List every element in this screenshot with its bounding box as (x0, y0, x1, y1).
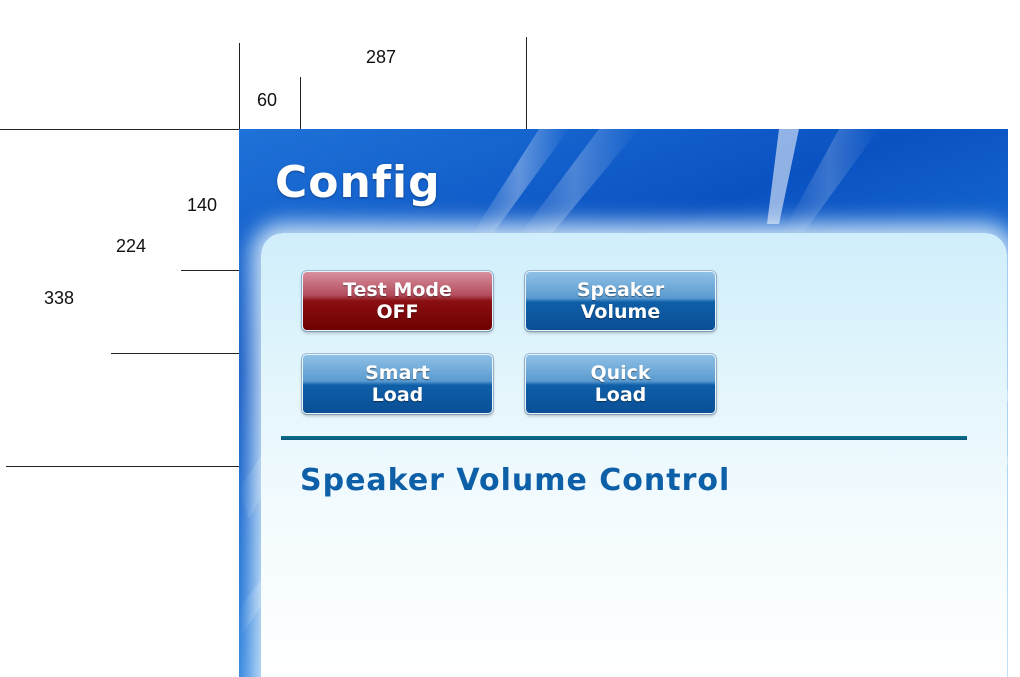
smart-load-button[interactable]: Smart Load (301, 353, 494, 415)
config-screen: Config Test Mode OFF Speaker Volume Smar… (239, 129, 1008, 677)
quick-load-button-line1: Quick (590, 362, 651, 384)
smart-load-button-line2: Load (371, 384, 424, 406)
section-divider (281, 436, 967, 440)
test-mode-button[interactable]: Test Mode OFF (301, 270, 494, 332)
dimension-label-224: 224 (116, 236, 147, 256)
guide-line-left-edge (239, 43, 240, 129)
quick-load-button-line2: Load (594, 384, 647, 406)
page-title: Config (275, 157, 441, 208)
test-mode-button-state: OFF (376, 301, 419, 323)
test-mode-button-label: Test Mode (343, 279, 452, 301)
dimension-label-287: 287 (366, 47, 397, 67)
dimension-label-338: 338 (44, 288, 75, 308)
dimension-label-140: 140 (187, 195, 218, 215)
quick-load-button[interactable]: Quick Load (524, 353, 717, 415)
speaker-volume-button[interactable]: Speaker Volume (524, 270, 717, 332)
smart-load-button-line1: Smart (365, 362, 430, 384)
dimension-label-60: 60 (257, 90, 278, 110)
section-title: Speaker Volume Control (300, 463, 731, 498)
speaker-volume-button-line2: Volume (580, 301, 661, 323)
speaker-volume-button-line1: Speaker (576, 279, 665, 301)
